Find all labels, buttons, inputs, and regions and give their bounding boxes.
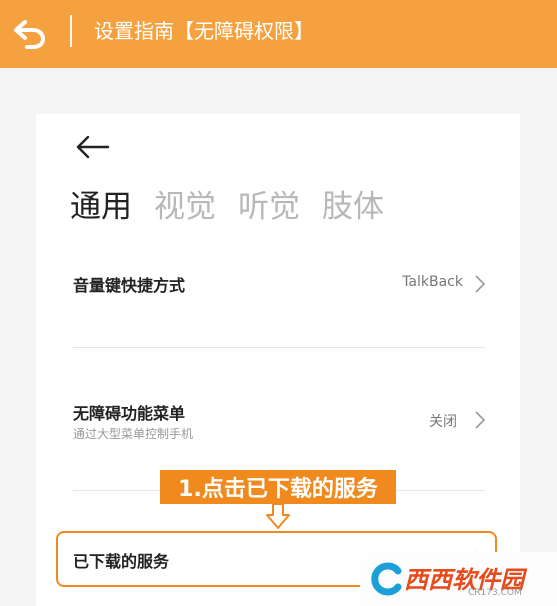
chevron-right-icon bbox=[475, 275, 485, 293]
header-divider bbox=[70, 15, 72, 47]
volume-key-shortcut-label: 音量键快捷方式 bbox=[73, 276, 186, 295]
accessibility-menu-value: 关闭 bbox=[429, 414, 457, 430]
watermark-subtext: CR173.COM bbox=[468, 588, 522, 598]
volume-key-shortcut-row[interactable]: 音量键快捷方式 TalkBack bbox=[73, 270, 485, 298]
down-arrow-icon bbox=[266, 503, 290, 529]
tab-general[interactable]: 通用 bbox=[70, 186, 132, 228]
accessibility-menu-subtitle: 通过大型菜单控制手机 bbox=[73, 427, 194, 441]
instruction-callout: 1.点击已下载的服务 bbox=[160, 470, 396, 504]
category-tabs: 通用 视觉 听觉 肢体 bbox=[70, 186, 384, 228]
back-button[interactable] bbox=[12, 16, 48, 52]
page-title: 设置指南【无障碍权限】 bbox=[94, 19, 314, 43]
watermark-logo-icon bbox=[371, 562, 402, 596]
undo-arrow-icon bbox=[14, 20, 46, 49]
row-divider bbox=[73, 347, 485, 348]
tab-vision[interactable]: 视觉 bbox=[154, 186, 216, 228]
tab-physical[interactable]: 肢体 bbox=[322, 186, 384, 228]
accessibility-menu-row[interactable]: 无障碍功能菜单 通过大型菜单控制手机 关闭 bbox=[73, 398, 485, 444]
header-bar: 设置指南【无障碍权限】 bbox=[0, 0, 557, 68]
accessibility-menu-label: 无障碍功能菜单 bbox=[73, 404, 186, 423]
chevron-right-icon bbox=[475, 411, 485, 429]
volume-key-shortcut-value: TalkBack bbox=[402, 274, 463, 290]
arrow-left-icon[interactable] bbox=[76, 134, 112, 160]
watermark: 西西软件园 CR173.COM bbox=[360, 552, 557, 606]
tab-hearing[interactable]: 听觉 bbox=[238, 186, 300, 228]
